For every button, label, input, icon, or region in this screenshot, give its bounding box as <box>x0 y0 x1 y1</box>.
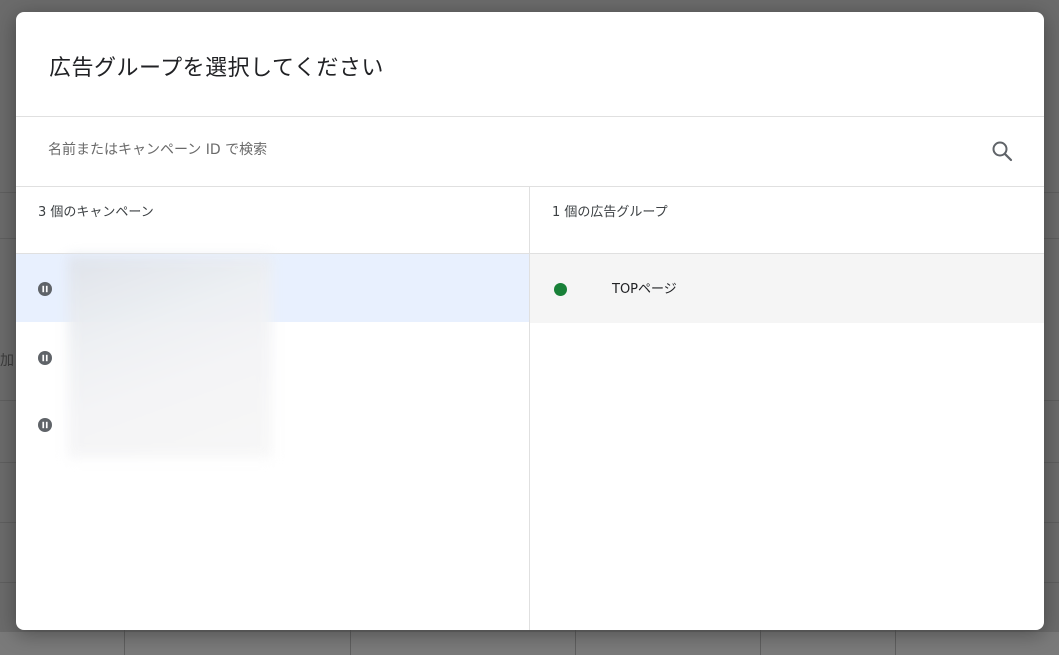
paused-icon <box>38 282 52 296</box>
search-input[interactable] <box>48 136 948 164</box>
ad-group-row[interactable]: TOPページ <box>530 254 1044 323</box>
paused-icon <box>38 418 52 432</box>
ad-group-select-dialog: 広告グループを選択してください 3 個のキャンペーン 1 個の広告グループ <box>16 12 1044 630</box>
column-divider <box>529 186 530 630</box>
background-column-line <box>124 630 125 655</box>
paused-icon <box>38 351 52 365</box>
background-column-line <box>350 630 351 655</box>
ad-groups-header: 1 個の広告グループ <box>552 205 668 220</box>
campaigns-header: 3 個のキャンペーン <box>38 205 154 220</box>
ad-group-name: TOPページ <box>612 282 677 297</box>
background-column-line <box>760 630 761 655</box>
background-column-line <box>575 630 576 655</box>
background-footer <box>0 632 1059 655</box>
search-icon[interactable] <box>990 139 1014 163</box>
title-divider <box>16 116 1044 117</box>
search-divider <box>16 186 1044 187</box>
enabled-dot-icon <box>554 283 567 296</box>
background-column-line <box>895 630 896 655</box>
redacted-campaign-names <box>68 256 272 458</box>
dialog-title: 広告グループを選択してください <box>49 56 384 81</box>
background-partial-text: 加 <box>0 353 14 369</box>
